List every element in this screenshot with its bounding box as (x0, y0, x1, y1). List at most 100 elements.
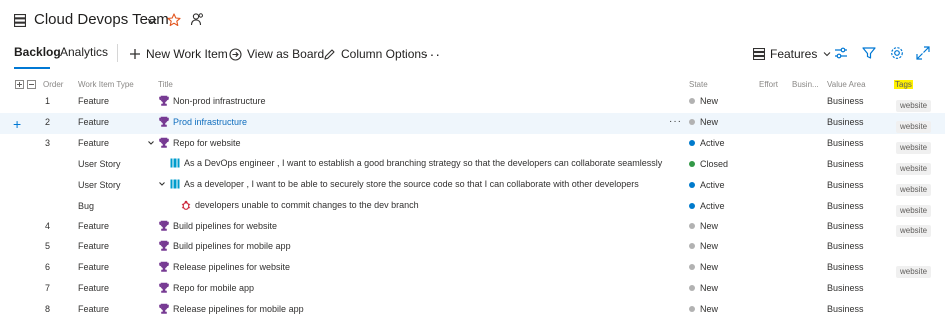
tag-chip[interactable]: website (896, 121, 932, 133)
tag-chip[interactable]: website (896, 205, 932, 217)
row-title-link[interactable]: Build pipelines for website (173, 221, 277, 231)
chevron-down-icon[interactable] (147, 139, 155, 147)
table-row[interactable]: 8 Feature Release pipelines for mobile a… (0, 300, 945, 321)
backlog-toolbar: Backlog Analytics New Work Item View as … (0, 40, 945, 70)
fullscreen-icon[interactable] (915, 45, 931, 61)
row-state: New (689, 304, 718, 314)
state-dot (689, 223, 695, 229)
column-header-business-value[interactable]: Busin... (792, 80, 819, 89)
column-options-button[interactable]: Column Options (323, 44, 427, 64)
table-row[interactable]: 5 Feature Build pipelines for mobile app… (0, 237, 945, 258)
column-options-label: Column Options (341, 47, 428, 61)
row-more-actions-button[interactable]: ··· (669, 116, 682, 127)
backlog-level-label: Features (770, 47, 818, 61)
tag-chip[interactable]: website (896, 142, 932, 154)
row-state: Active (689, 138, 725, 148)
row-type: Feature (78, 283, 110, 293)
row-title: Build pipelines for website (159, 220, 277, 231)
column-header-work-item-type[interactable]: Work Item Type (78, 80, 134, 89)
state-dot (689, 98, 695, 104)
row-order: 8 (44, 304, 50, 314)
add-child-icon[interactable]: + (13, 116, 21, 132)
table-row-selected[interactable]: + 2 Feature Prod infrastructure ··· New … (0, 113, 945, 134)
tag-chip[interactable]: website (896, 266, 932, 278)
arrow-circle-icon (229, 47, 242, 61)
new-work-item-label: New Work Item (146, 47, 228, 61)
row-title-link[interactable]: Non-prod infrastructure (173, 96, 266, 106)
row-value-area: Business (827, 262, 864, 272)
column-header-tags[interactable]: Tags (894, 80, 913, 89)
table-row[interactable]: 1 Feature Non-prod infrastructure New Bu… (0, 92, 945, 113)
row-title-link[interactable]: Repo for website (173, 138, 241, 148)
row-value-area: Business (827, 241, 864, 251)
column-header-value-area[interactable]: Value Area (827, 80, 866, 89)
column-header-effort[interactable]: Effort (759, 80, 778, 89)
row-title-link[interactable]: Prod infrastructure (173, 117, 247, 127)
row-title: Repo for website (147, 137, 241, 148)
backlog-level-icon (753, 48, 765, 60)
tab-analytics[interactable]: Analytics (60, 45, 108, 59)
new-work-item-button[interactable]: New Work Item (129, 44, 228, 64)
column-header-state[interactable]: State (689, 80, 708, 89)
row-title-link[interactable]: Build pipelines for mobile app (173, 241, 291, 251)
state-dot (689, 243, 695, 249)
row-title-link[interactable]: Repo for mobile app (173, 283, 254, 293)
table-row[interactable]: 7 Feature Repo for mobile app New Busine… (0, 279, 945, 300)
column-header-order[interactable]: Order (43, 80, 63, 89)
row-state: New (689, 283, 718, 293)
trophy-icon (159, 220, 169, 231)
row-value-area: Business (827, 201, 864, 211)
tag-chip[interactable]: website (896, 184, 932, 196)
row-value-area: Business (827, 159, 864, 169)
column-header-title[interactable]: Title (158, 80, 173, 89)
favorite-star-icon[interactable] (167, 13, 181, 27)
row-title-link[interactable]: Release pipelines for website (173, 262, 290, 272)
state-dot (689, 161, 695, 167)
table-row[interactable]: 6 Feature Release pipelines for website … (0, 258, 945, 279)
row-type: Feature (78, 96, 110, 106)
team-members-icon[interactable] (190, 12, 204, 26)
tab-backlog[interactable]: Backlog (14, 45, 61, 59)
row-value-area: Business (827, 117, 864, 127)
state-label: Active (700, 201, 725, 211)
page-header: Cloud Devops Team (0, 0, 945, 40)
row-value-area: Business (827, 283, 864, 293)
tag-chip[interactable]: website (896, 100, 932, 112)
row-order: 1 (44, 96, 50, 106)
row-type: User Story (78, 159, 121, 169)
table-row[interactable]: User Story As a developer , I want to be… (0, 176, 945, 197)
table-row[interactable]: 3 Feature Repo for website Active Busine… (0, 134, 945, 155)
tag-chip[interactable]: website (896, 163, 932, 175)
state-dot (689, 119, 695, 125)
row-type: Feature (78, 117, 110, 127)
row-title-link[interactable]: As a developer , I want to be able to se… (184, 179, 639, 189)
table-row[interactable]: 4 Feature Build pipelines for website Ne… (0, 217, 945, 238)
more-actions-button[interactable]: ··· (424, 44, 441, 64)
table-row[interactable]: User Story As a DevOps engineer , I want… (0, 155, 945, 176)
chevron-down-icon[interactable] (158, 180, 166, 188)
tag-chip[interactable]: website (896, 225, 932, 237)
state-label: Active (700, 138, 725, 148)
expand-all-button[interactable] (15, 80, 24, 89)
filter-icon[interactable] (861, 45, 877, 61)
view-as-board-label: View as Board (247, 47, 325, 61)
row-value-area: Business (827, 180, 864, 190)
row-title: Release pipelines for mobile app (159, 303, 304, 314)
collapse-all-button[interactable] (27, 80, 36, 89)
backlog-level-picker[interactable]: Features (753, 44, 832, 64)
row-type: Feature (78, 221, 110, 231)
state-dot (689, 264, 695, 270)
settings-gear-icon[interactable] (889, 45, 905, 61)
row-type: Feature (78, 241, 110, 251)
table-row[interactable]: Bug developers unable to commit changes … (0, 197, 945, 218)
trophy-icon (159, 261, 169, 272)
row-value-area: Business (827, 221, 864, 231)
row-title-link[interactable]: As a DevOps engineer , I want to establi… (184, 158, 662, 168)
view-as-board-button[interactable]: View as Board (229, 44, 324, 64)
chevron-down-icon[interactable] (146, 15, 158, 27)
row-title-link[interactable]: developers unable to commit changes to t… (195, 200, 419, 210)
minus-icon (29, 84, 34, 85)
row-title-link[interactable]: Release pipelines for mobile app (173, 304, 304, 314)
row-value-area: Business (827, 96, 864, 106)
view-options-icon[interactable] (833, 45, 849, 61)
